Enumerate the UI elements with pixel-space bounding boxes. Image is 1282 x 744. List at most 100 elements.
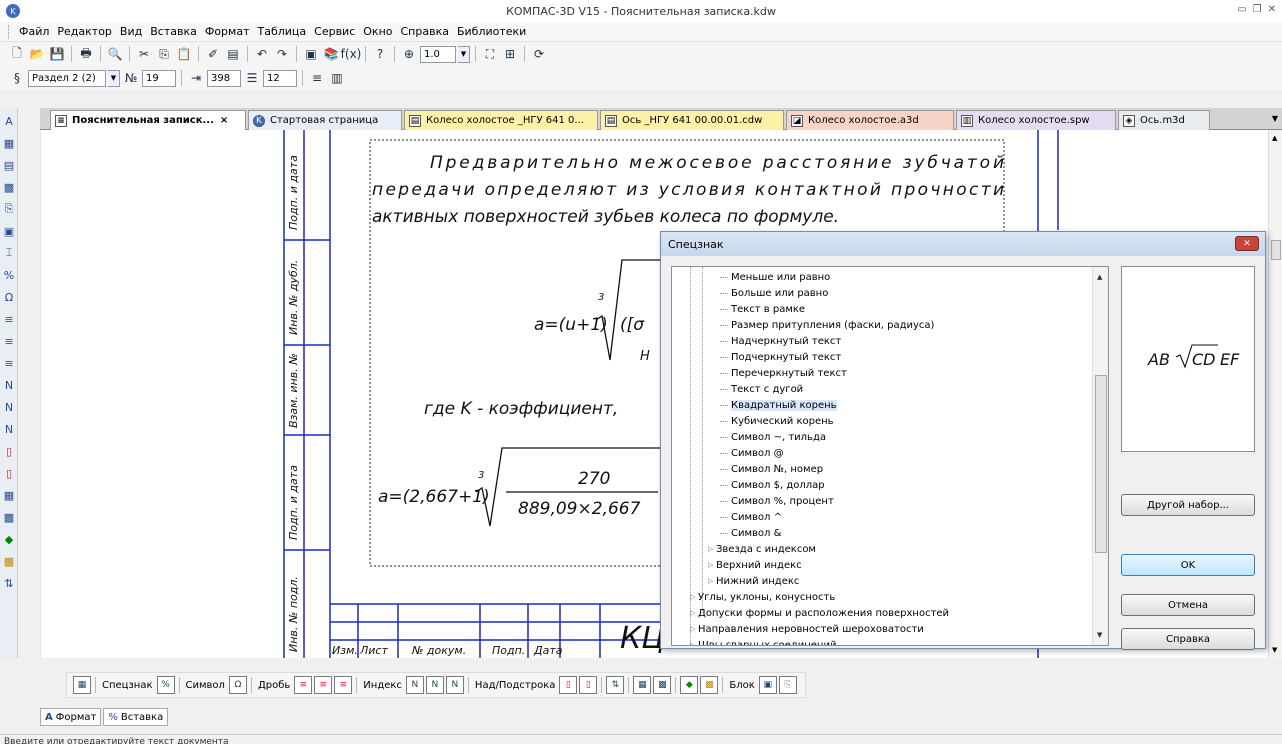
tree-scroll-thumb[interactable]	[1095, 375, 1107, 553]
tab-explanatory-note[interactable]: ≡ Пояснительная записк... ×	[50, 110, 246, 130]
index-button[interactable]: Индекс	[361, 676, 404, 694]
tab-format[interactable]: A Формат	[40, 708, 102, 726]
preview-icon[interactable]: 🔍	[106, 45, 124, 63]
scroll-down-icon[interactable]: ▼	[1272, 646, 1277, 654]
tree-item[interactable]: ▷ Допуски формы и расположения поверхност…	[690, 605, 949, 621]
expand-arrow-icon[interactable]: ▷	[708, 545, 716, 553]
underline-tool-icon[interactable]: ▯	[1, 464, 17, 482]
menu-insert[interactable]: Вставка	[146, 25, 201, 38]
tree-item[interactable]: Символ $, доллар	[720, 477, 825, 493]
tree-item[interactable]: ▷ Звезда с индексом	[708, 541, 816, 557]
field-12[interactable]: 12	[263, 69, 297, 87]
menu-libraries[interactable]: Библиотеки	[453, 25, 530, 38]
tree-item[interactable]: Перечеркнутый текст	[720, 365, 847, 381]
block-icon[interactable]: ▣	[758, 676, 777, 694]
ok-button[interactable]: OK	[1121, 554, 1255, 576]
save-icon[interactable]: 💾	[48, 45, 66, 63]
other-set-button[interactable]: Другой набор...	[1121, 494, 1255, 516]
open-folder-icon[interactable]: 📂	[28, 45, 46, 63]
field-19[interactable]: 19	[142, 69, 176, 87]
tab-axis-part[interactable]: ◈ Ось.m3d	[1118, 110, 1210, 130]
zoom-input[interactable]: 1.0	[420, 45, 456, 63]
color-icon[interactable]: ◆	[680, 676, 699, 694]
print-icon[interactable]: 🖶	[77, 45, 95, 63]
zoom-in-icon[interactable]: ⊕	[400, 45, 418, 63]
tree-scroll-down-icon[interactable]: ▼	[1097, 631, 1102, 639]
menu-help[interactable]: Справка	[397, 25, 453, 38]
tree-item[interactable]: Текст с дугой	[720, 381, 803, 397]
zoom-window-icon[interactable]: ⊞	[501, 45, 519, 63]
special-sign-tree[interactable]: ▲ ▼ Меньше или равно Больше или равно Текс…	[671, 266, 1109, 646]
symbol-tool-icon[interactable]: ▦	[1, 134, 17, 152]
undo-icon[interactable]: ↶	[253, 45, 271, 63]
expand-arrow-icon[interactable]: ▷	[690, 593, 698, 601]
fraction2-tool-icon[interactable]: ≡	[1, 332, 17, 350]
tab-axis-drawing[interactable]: ▤ Ось _НГУ 641 00.00.01.cdw	[600, 110, 784, 130]
cancel-button[interactable]: Отмена	[1121, 594, 1255, 616]
block-button[interactable]: Блок	[727, 676, 756, 694]
tree-item[interactable]: Квадратный корень	[720, 397, 837, 413]
sort-icon[interactable]: ⇅	[1, 574, 17, 592]
line-spacing-icon[interactable]: ☰	[243, 69, 261, 87]
properties-icon[interactable]: ▤	[224, 45, 242, 63]
table-insert-icon[interactable]: ▦	[633, 676, 652, 694]
special-sign-tool-icon[interactable]: %	[1, 266, 17, 284]
table-icon[interactable]: ▦	[73, 676, 91, 694]
manager-icon[interactable]: ▣	[302, 45, 320, 63]
tree-item[interactable]: Текст в рамке	[720, 301, 805, 317]
menu-format[interactable]: Формат	[201, 25, 254, 38]
tree-item[interactable]: Символ %, процент	[720, 493, 834, 509]
image-tool-icon[interactable]: ▩	[1, 178, 17, 196]
menu-file[interactable]: Файл	[15, 25, 53, 38]
zoom-fit-icon[interactable]: ⛶	[481, 45, 499, 63]
expand-arrow-icon[interactable]: ▷	[690, 625, 698, 633]
refresh-icon[interactable]: ⟳	[530, 45, 548, 63]
tree-item[interactable]: ▷ Верхний индекс	[708, 557, 802, 573]
indent-icon[interactable]: ⇥	[187, 69, 205, 87]
expand-arrow-icon[interactable]: ▷	[690, 609, 698, 617]
menu-view[interactable]: Вид	[116, 25, 146, 38]
fraction1-tool-icon[interactable]: ≡	[1, 310, 17, 328]
overunder-button[interactable]: Над/Подстрока	[473, 676, 557, 694]
menu-editor[interactable]: Редактор	[53, 25, 116, 38]
special-sign-icon[interactable]: %	[156, 676, 175, 694]
frame-icon[interactable]: ▥	[328, 69, 346, 87]
special-sign-button[interactable]: Спецзнак	[100, 676, 155, 694]
copy-icon[interactable]: ⎘	[155, 45, 173, 63]
number-icon[interactable]: №	[122, 69, 140, 87]
format-brush-icon[interactable]: ✐	[204, 45, 222, 63]
close-tab-icon[interactable]: ×	[220, 115, 228, 126]
block-copy-icon[interactable]: ⎘	[778, 676, 797, 694]
tree-item[interactable]: ▷ Швы сварных соединений	[690, 637, 836, 646]
tree-scrollbar[interactable]: ▲ ▼	[1092, 267, 1108, 645]
section-dropdown-icon[interactable]: ▼	[108, 69, 120, 87]
overline-tool-icon[interactable]: ▯	[1, 442, 17, 460]
vertical-scrollbar[interactable]: ▲ ▼	[1268, 130, 1282, 658]
tab-insert[interactable]: % Вставка	[103, 708, 169, 726]
index-1-icon[interactable]: N	[405, 676, 424, 694]
close-window-icon[interactable]: ✕	[1268, 4, 1276, 15]
fraction3-tool-icon[interactable]: ≡	[1, 354, 17, 372]
tree-item[interactable]: ▷ Нижний индекс	[708, 573, 799, 589]
help-pointer-icon[interactable]: ?	[371, 45, 389, 63]
frame-insert-icon[interactable]: ▩	[653, 676, 672, 694]
section-icon[interactable]: §	[8, 69, 26, 87]
tree-item[interactable]: Символ ~, тильда	[720, 429, 826, 445]
color-insert-icon[interactable]: ◆	[1, 530, 17, 548]
scroll-up-icon[interactable]: ▲	[1272, 134, 1277, 142]
omega-icon[interactable]: Ω	[228, 676, 247, 694]
redo-icon[interactable]: ↷	[273, 45, 291, 63]
tree-item[interactable]: Подчеркнутый текст	[720, 349, 841, 365]
tree-item[interactable]: Символ №, номер	[720, 461, 823, 477]
paste-icon[interactable]: 📋	[175, 45, 193, 63]
tree-item[interactable]: ▷ Направления неровностей шероховатости	[690, 621, 924, 637]
table-insert-icon[interactable]: ▦	[1, 486, 17, 504]
menu-window[interactable]: Окно	[359, 25, 396, 38]
tree-item[interactable]: Символ @	[720, 445, 784, 461]
text-tool-icon[interactable]: A	[1, 112, 17, 130]
fraction-1-icon[interactable]: ≡	[294, 676, 313, 694]
field-398[interactable]: 398	[207, 69, 241, 87]
expand-arrow-icon[interactable]: ▷	[690, 641, 698, 645]
tree-item[interactable]: Меньше или равно	[720, 269, 830, 285]
tree-item[interactable]: Надчеркнутый текст	[720, 333, 841, 349]
